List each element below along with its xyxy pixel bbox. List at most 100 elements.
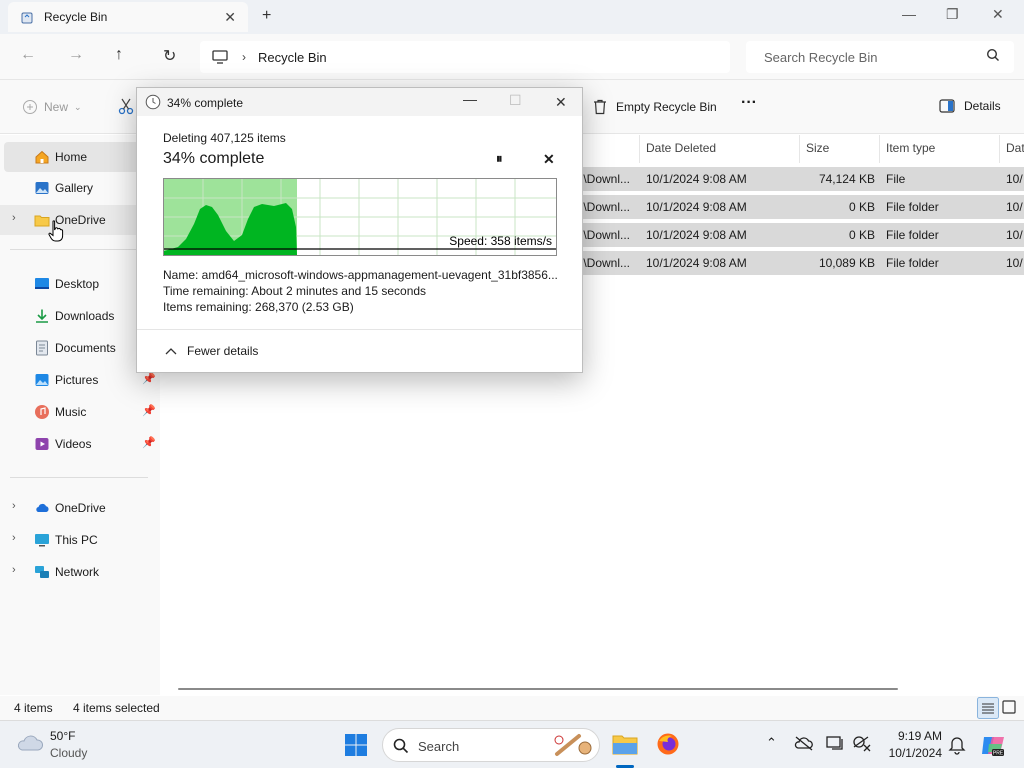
cell-date: 10/ [1006, 172, 1023, 186]
column-separator [879, 135, 880, 163]
breadcrumb-recycle-bin[interactable]: Recycle Bin [258, 50, 327, 65]
column-separator [999, 135, 1000, 163]
copilot-icon[interactable]: PRE [980, 732, 1006, 758]
restore-icon[interactable]: ❐ [946, 6, 959, 23]
sidebar-item-documents[interactable]: Documents [0, 333, 158, 363]
weather-temperature[interactable]: 50°F [50, 729, 75, 743]
home-icon [35, 150, 49, 164]
weather-condition[interactable]: Cloudy [50, 746, 87, 760]
new-button[interactable]: New ⌄ [22, 99, 82, 115]
sidebar-item-label: Network [55, 565, 100, 579]
sidebar-divider [10, 249, 148, 250]
network-disconnected-icon[interactable] [852, 735, 872, 753]
cell-size: 0 KB [848, 228, 875, 242]
fewer-details-button[interactable]: Fewer details [165, 344, 258, 358]
sidebar-item-home[interactable]: Home [4, 142, 154, 172]
tab-recycle-bin[interactable]: Recycle Bin ✕ [8, 2, 248, 32]
cancel-operation-button[interactable]: ✕ [543, 151, 555, 168]
trash-icon [594, 99, 606, 115]
progress-graph: Speed: 358 items/s [163, 178, 557, 256]
sidebar-item-network[interactable]: › Network [0, 557, 158, 587]
sidebar-item-this-pc[interactable]: › This PC [0, 525, 158, 555]
chevron-right-icon[interactable]: › [12, 564, 16, 576]
cell-date: 10/ [1006, 228, 1023, 242]
column-header-size[interactable]: Size [806, 141, 829, 155]
cell-date: 10/ [1006, 200, 1023, 214]
fewer-details-label: Fewer details [187, 344, 259, 358]
empty-recycle-bin-button[interactable]: Empty Recycle Bin [593, 99, 717, 115]
sidebar-item-desktop[interactable]: Desktop [0, 269, 158, 299]
cut-button[interactable] [118, 97, 134, 115]
cell-original-location: :\Downl... [580, 256, 631, 270]
pin-icon[interactable]: 📌 [142, 436, 156, 449]
sidebar-item-videos[interactable]: Videos 📌 [0, 429, 158, 459]
sidebar-item-onedrive[interactable]: › OneDrive [0, 493, 158, 523]
sidebar-item-label: Desktop [55, 277, 100, 291]
chevron-right-icon[interactable]: › [12, 500, 16, 512]
details-pane-icon [939, 99, 955, 113]
column-header-item-type[interactable]: Item type [886, 141, 935, 155]
column-separator [799, 135, 800, 163]
cell-original-location: :\Downl... [580, 200, 631, 214]
close-tab-icon[interactable]: ✕ [224, 9, 236, 26]
more-options-button[interactable]: ··· [741, 94, 757, 112]
svg-text:PRE: PRE [993, 751, 1004, 757]
hand-cursor-icon [48, 220, 64, 242]
chevron-up-icon[interactable]: ⌃ [766, 735, 777, 751]
computer-icon [35, 534, 49, 547]
dialog-close-icon[interactable]: ✕ [555, 94, 567, 111]
cloud-offline-icon[interactable] [794, 735, 814, 751]
sidebar-item-onedrive-folder[interactable]: › OneDrive [0, 205, 158, 235]
windows-start-icon[interactable] [344, 733, 368, 757]
sidebar-item-downloads[interactable]: Downloads [0, 301, 158, 331]
chevron-right-icon[interactable]: › [242, 50, 246, 64]
gallery-icon [35, 182, 49, 194]
tiles-view-icon[interactable] [1002, 700, 1016, 714]
status-selected-count: 4 items selected [73, 701, 160, 715]
pin-icon[interactable]: 📌 [142, 404, 156, 417]
pause-button[interactable]: ⏸ [496, 151, 503, 167]
title-bar: Recycle Bin ✕ + — ❐ ✕ [0, 0, 1024, 34]
sidebar-item-music[interactable]: Music 📌 [0, 397, 158, 427]
cloud-weather-icon[interactable] [16, 732, 44, 754]
taskbar-search-box[interactable]: Search [382, 728, 600, 762]
forward-arrow-icon[interactable]: → [68, 46, 84, 64]
new-tab-button[interactable]: + [262, 7, 271, 25]
sidebar-item-gallery[interactable]: Gallery [0, 173, 158, 203]
details-view-icon[interactable] [977, 697, 999, 719]
sidebar-item-pictures[interactable]: Pictures 📌 [0, 365, 158, 395]
firefox-icon[interactable] [656, 732, 680, 756]
sidebar-item-label: Gallery [55, 181, 94, 195]
column-header-date-deleted[interactable]: Date Deleted [646, 141, 716, 155]
empty-recycle-bin-label: Empty Recycle Bin [616, 100, 717, 114]
details-pane-button[interactable]: Details [939, 99, 1001, 113]
refresh-icon[interactable]: ↻ [163, 46, 176, 66]
sidebar-item-label: Downloads [55, 309, 115, 323]
chevron-right-icon[interactable]: › [12, 532, 16, 544]
dialog-minimize-icon[interactable]: — [463, 91, 477, 107]
address-row: ← → ↑ ↻ › Recycle Bin Search Recycle Bin [0, 34, 1024, 80]
horizontal-scrollbar[interactable] [178, 688, 898, 690]
search-placeholder: Search Recycle Bin [764, 49, 878, 65]
column-header-date[interactable]: Dat [1006, 141, 1024, 155]
up-arrow-icon[interactable]: ↑ [115, 46, 123, 64]
close-window-icon[interactable]: ✕ [992, 6, 1004, 23]
column-separator [639, 135, 640, 163]
display-icon[interactable] [826, 735, 846, 753]
sidebar-item-label: Music [55, 405, 87, 419]
chevron-right-icon[interactable]: › [12, 212, 16, 224]
percent-complete-heading: 34% complete [163, 150, 265, 167]
clock-time[interactable]: 9:19 AM [884, 729, 942, 743]
scissors-icon [118, 98, 134, 115]
clock-date[interactable]: 10/1/2024 [884, 746, 942, 760]
bell-icon[interactable] [948, 735, 966, 755]
cell-original-location: :\Downl... [580, 172, 631, 186]
progress-graph-svg: Speed: 358 items/s [164, 179, 556, 255]
pin-icon[interactable]: 📌 [142, 372, 156, 385]
back-arrow-icon[interactable]: ← [20, 46, 36, 64]
search-input[interactable]: Search Recycle Bin [746, 41, 1014, 73]
file-explorer-icon[interactable] [612, 732, 638, 756]
picture-icon [35, 374, 49, 386]
address-bar[interactable]: › Recycle Bin [200, 41, 730, 73]
minimize-icon[interactable]: — [902, 6, 916, 22]
